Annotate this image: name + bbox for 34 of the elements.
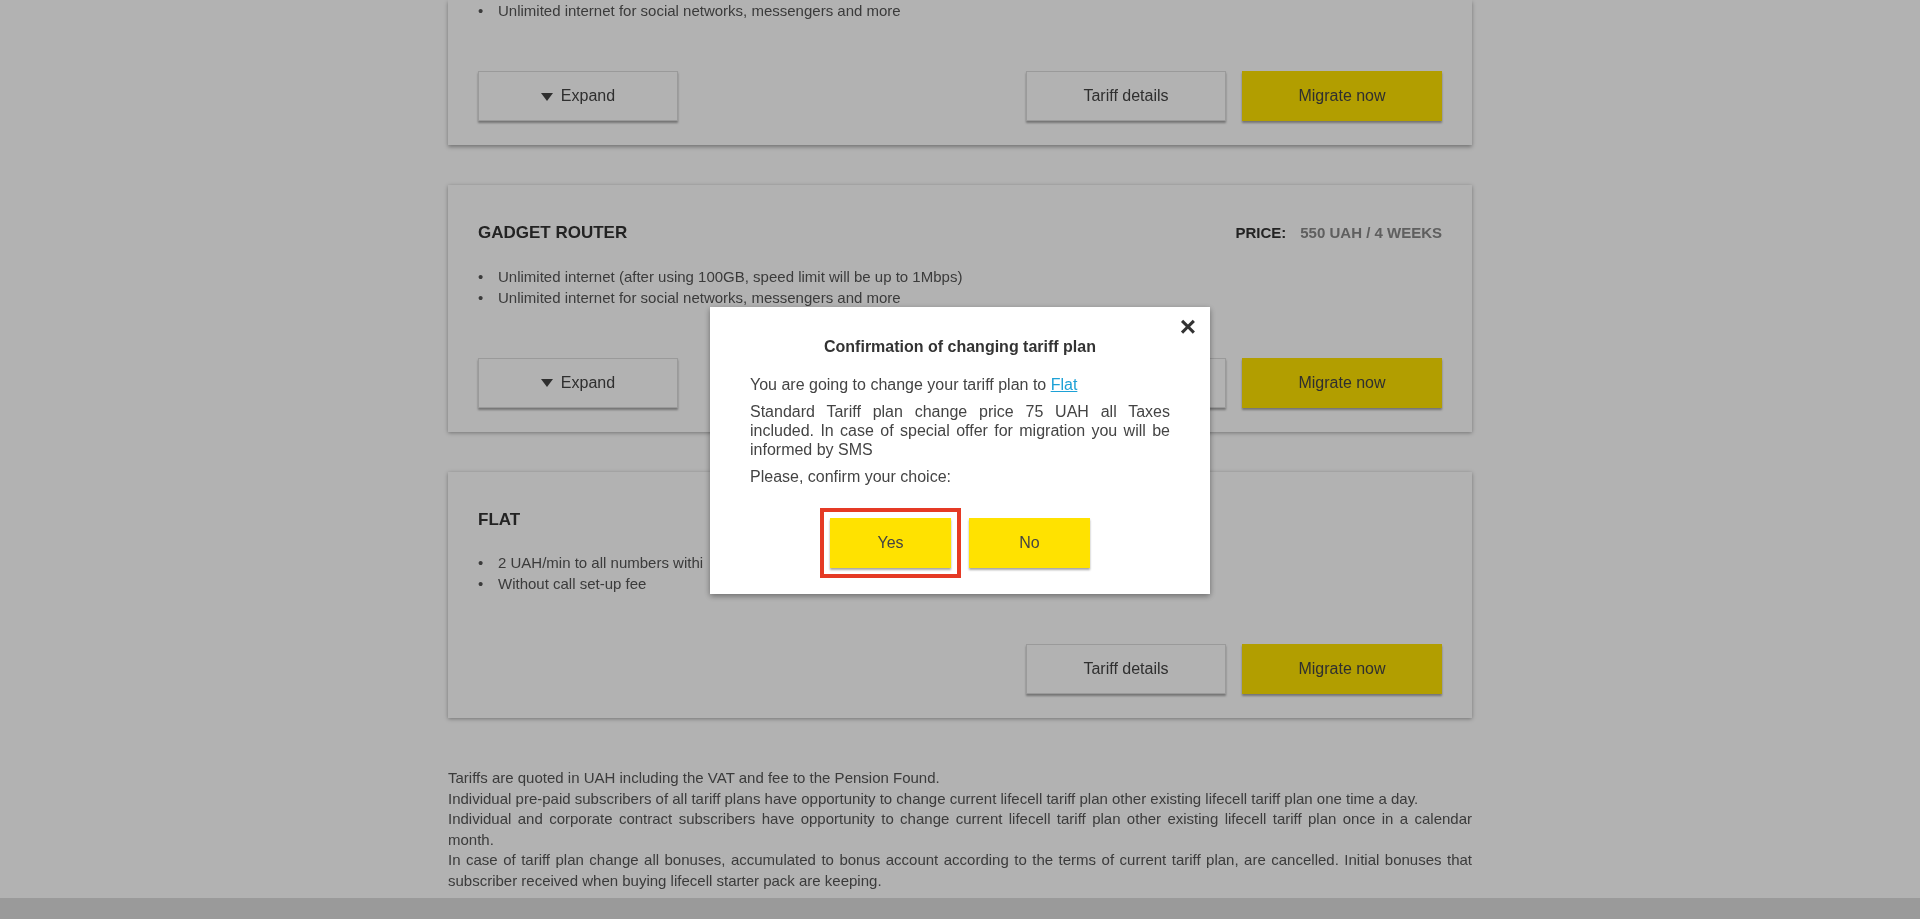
- dialog-text: Standard Tariff plan change price 75 UAH all Taxes included. In case of special offer for migration you will be informed by SMS: [750, 402, 1170, 459]
- expand-button[interactable]: Expand: [478, 357, 678, 408]
- tariff-details-button[interactable]: Tariff details: [1026, 644, 1226, 694]
- caret-icon: [540, 92, 553, 101]
- confirm-button[interactable]: Yes: [830, 518, 951, 568]
- price-label: PRICE:: [1235, 222, 1287, 243]
- list-bullet: •: [478, 553, 485, 573]
- list-bullet: •: [478, 1, 485, 21]
- feature-item: 2 UAH/min to all numbers withi: [498, 553, 704, 573]
- price-value: 550 UAH / 4 WEEKS: [1300, 222, 1442, 243]
- caret-icon: [540, 379, 553, 388]
- note-text: Tariffs are quoted in UAH including the VAT and fee to the Pension Found.: [448, 768, 941, 788]
- feature-item: Unlimited internet for social networks, messengers and more: [498, 287, 901, 308]
- feature-item: Unlimited internet for social networks, messengers and more: [498, 1, 901, 21]
- close-button[interactable]: ×: [1179, 313, 1196, 341]
- list-bullet: •: [478, 266, 485, 287]
- tariff-details-button[interactable]: Tariff details: [1026, 71, 1226, 121]
- migrate-button[interactable]: Migrate now: [1242, 71, 1442, 121]
- list-bullet: •: [478, 287, 485, 308]
- migrate-button[interactable]: Migrate now: [1242, 357, 1442, 408]
- cancel-button[interactable]: No: [969, 518, 1090, 568]
- note-text: Individual and corporate contract subscribers have opportunity to change current lifecell tariff plan other existing lifecell tariff plan once in a calendar month.: [448, 809, 1472, 850]
- migrate-button[interactable]: Migrate now: [1242, 644, 1442, 694]
- note-text: In case of tariff plan change all bonuses, accumulated to bonus account according to the terms of current tariff plan, are cancelled. Initial bonuses that subscriber received when buying lifecell starter pack are keeping.: [448, 850, 1472, 891]
- dialog-title: Confirmation of changing tariff plan: [823, 337, 1097, 357]
- feature-item: Unlimited internet (after using 100GB, speed limit will be up to 1Mbps): [498, 266, 963, 287]
- list-bullet: •: [478, 574, 485, 594]
- dialog-text: You are going to change your tariff plan to Flat: [750, 375, 1079, 394]
- dialog-text: Please, confirm your choice:: [750, 467, 952, 486]
- plan-name: GADGET ROUTER: [478, 222, 628, 244]
- plan-name: FLAT: [478, 508, 521, 531]
- note-text: Individual pre-paid subscribers of all tariff plans have opportunity to change current lifecell tariff plan other existing lifecell tariff plan one time a day.: [448, 788, 1420, 809]
- expand-button[interactable]: Expand: [478, 71, 678, 121]
- feature-item: Without call set-up fee: [498, 574, 647, 594]
